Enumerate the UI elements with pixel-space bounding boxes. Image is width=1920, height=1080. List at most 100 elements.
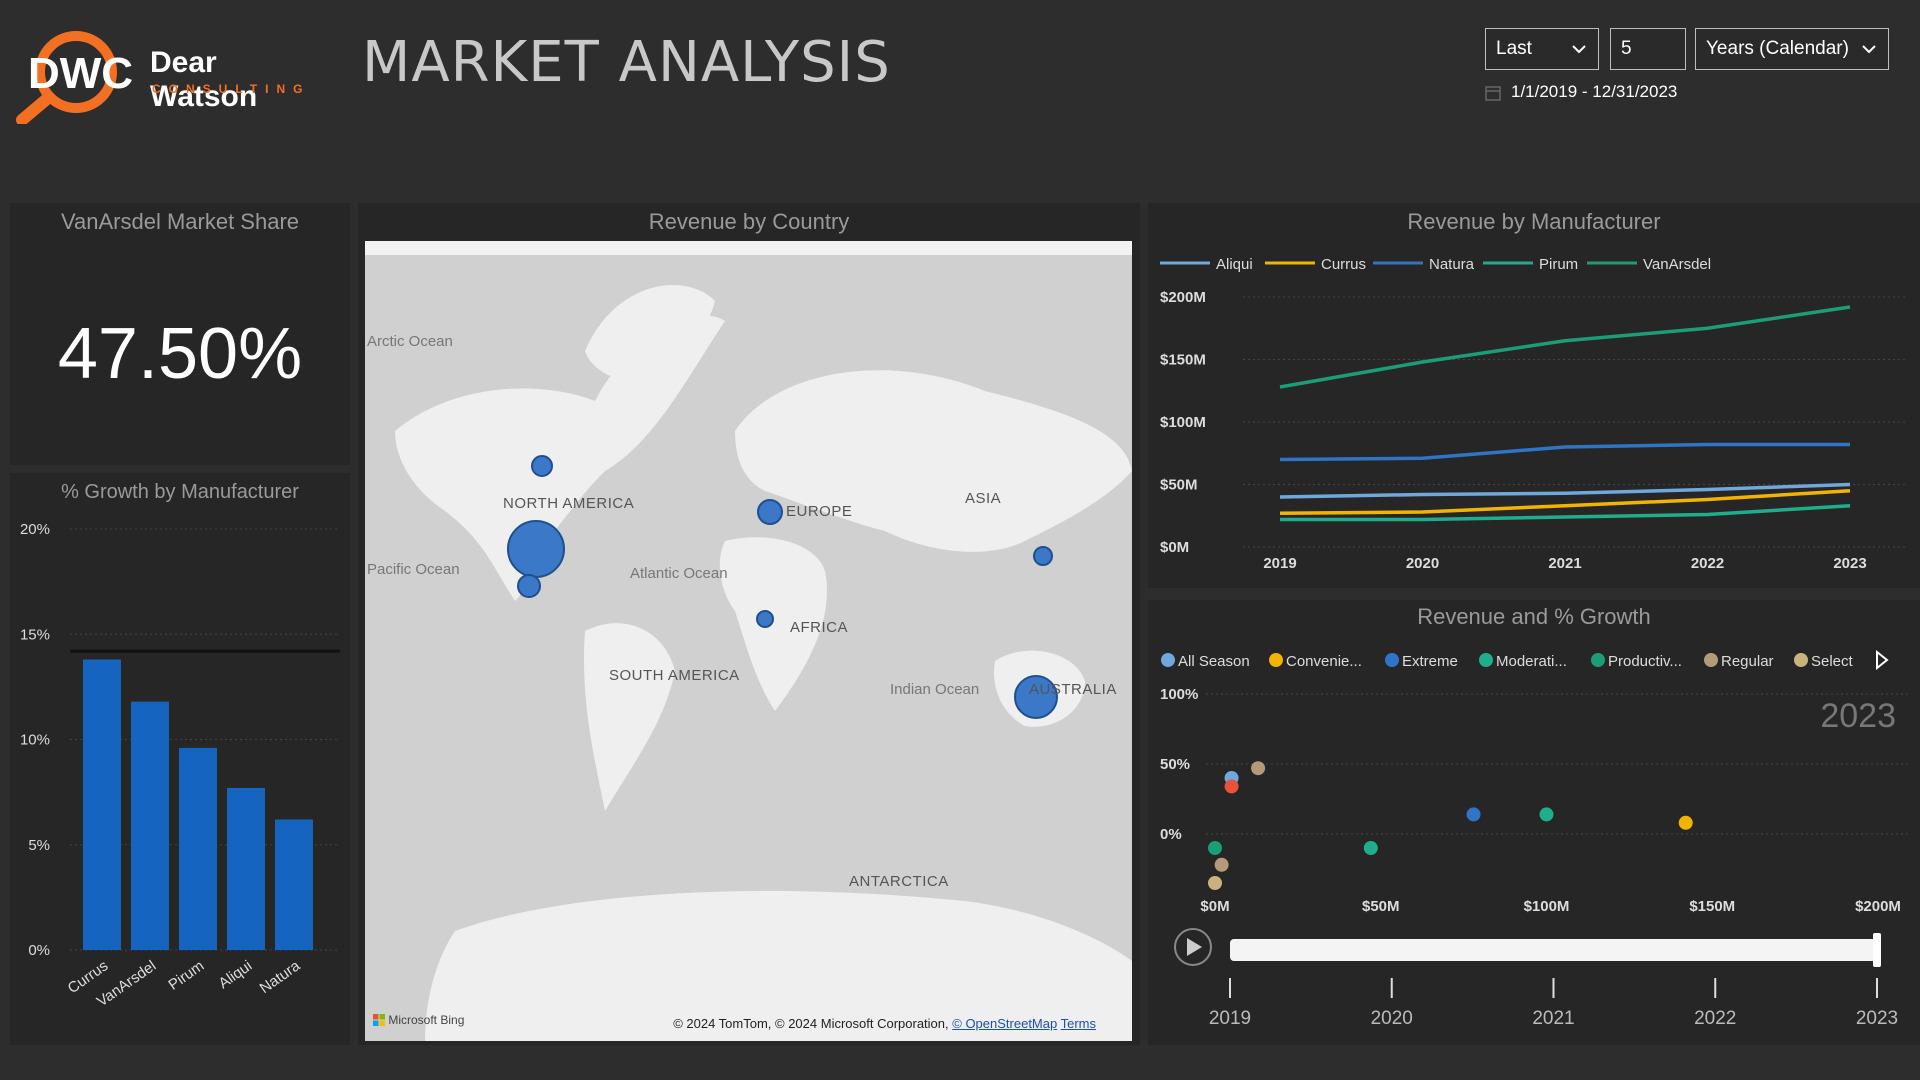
map-label-europe: EUROPE [786,503,853,520]
growth-bar-natura[interactable] [275,819,313,950]
growth-bar-aliqui[interactable] [227,787,265,950]
line-x-tick: 2020 [1406,555,1439,572]
bar-y-tick: 20% [20,521,50,538]
play-axis-year[interactable]: 2021 [1532,1008,1574,1029]
growth-chart-panel: % Growth by Manufacturer 0% 5% 10% 15% 20% Cu… [10,473,350,1045]
bar-x-label: Natura [257,957,304,997]
line-y-tick: $50M [1160,477,1198,494]
scatter-x-tick: $200M [1855,898,1901,915]
bing-attribution: Microsoft Bing [373,1013,464,1027]
scatter-x-tick: $150M [1689,898,1735,915]
chevron-down-icon [1572,45,1586,54]
legend-label-vanarsdel[interactable]: VanArsdel [1643,256,1711,273]
map-bubble-europe[interactable] [757,499,783,525]
line-x-tick: 2021 [1548,555,1581,572]
scatter-point[interactable] [1363,841,1378,855]
map-label-indian-ocean: Indian Ocean [890,681,980,698]
map-label-north-america: NORTH AMERICA [503,495,635,512]
scatter-panel: Revenue and % Growth All Season Convenie.… [1148,600,1920,1045]
scatter-year-watermark: 2023 [1820,697,1896,735]
play-axis-track[interactable] [1230,939,1878,961]
play-axis-year[interactable]: 2022 [1694,1008,1736,1029]
scatter-legend-label[interactable]: Regular [1721,653,1774,670]
play-icon [1187,938,1202,956]
legend-label-natura[interactable]: Natura [1429,256,1475,273]
bar-y-tick: 0% [28,942,50,959]
play-axis-year[interactable]: 2020 [1371,1008,1413,1029]
map-bubble-usa[interactable] [507,520,565,578]
scatter-legend-label[interactable]: Productiv... [1608,653,1682,670]
scatter-x-tick: $100M [1524,898,1570,915]
map-label-atlantic-ocean: Atlantic Ocean [630,565,728,582]
map-bubble-canada[interactable] [531,455,553,477]
period-dropdown[interactable]: Last [1485,28,1599,70]
calendar-icon [1485,86,1501,101]
scatter-legend-label[interactable]: Convenie... [1286,653,1362,670]
play-axis-year[interactable]: 2019 [1209,1008,1251,1029]
scatter-point[interactable] [1208,876,1222,890]
scatter-point[interactable] [1466,807,1481,822]
scatter-point[interactable] [1224,779,1239,794]
logo-subtitle: CONSULTING [152,82,311,96]
scatter-legend-label[interactable]: Select [1811,653,1854,670]
logo-mark: DWC [28,49,133,98]
period-count-input[interactable]: 5 [1610,28,1686,70]
page-title: MARKET ANALYSIS [362,30,891,95]
play-axis-year[interactable]: 2023 [1856,1008,1898,1029]
legend-next-arrow-icon[interactable] [1875,650,1889,670]
line-x-tick: 2023 [1833,555,1866,572]
microsoft-logo-icon [373,1014,385,1026]
scatter-y-tick: 0% [1160,826,1182,843]
scatter-x-tick: $0M [1200,898,1229,915]
map-bubble-mexico[interactable] [517,574,541,598]
scatter-point[interactable] [1678,815,1693,830]
market-share-value: 47.50% [57,314,303,394]
date-range-text: 1/1/2019 - 12/31/2023 [1511,82,1678,101]
scatter-point[interactable] [1214,857,1229,872]
world-map-shapes [395,285,1132,1041]
growth-bar-pirum[interactable] [179,747,217,950]
line-y-tick: $200M [1160,289,1206,306]
map-title: Revenue by Country [648,209,850,234]
scatter-point[interactable] [1539,807,1554,822]
bar-y-tick: 15% [20,626,50,643]
legend-label-pirum[interactable]: Pirum [1539,256,1578,273]
series-line-natura[interactable] [1279,442,1850,462]
scatter-y-tick: 50% [1160,756,1190,773]
period-unit-dropdown[interactable]: Years (Calendar) [1695,28,1889,70]
legend-label-currus[interactable]: Currus [1321,256,1366,273]
market-share-card: VanArsdel Market Share 47.50% [10,203,350,465]
growth-bar-currus[interactable] [83,659,121,950]
map-label-asia: ASIA [965,490,1002,507]
map-label-south-america: SOUTH AMERICA [609,667,740,684]
series-line-vanarsdel[interactable] [1279,305,1851,389]
map-copyright-text: © 2024 TomTom, © 2024 Microsoft Corporat… [673,1016,949,1031]
period-value: Last [1496,38,1532,59]
bar-y-tick: 5% [28,837,50,854]
map-label-africa: AFRICA [790,619,849,636]
scatter-legend-label[interactable]: Moderati... [1496,653,1567,670]
map-label-pacific-ocean: Pacific Ocean [367,561,460,578]
scatter-legend-label[interactable]: Extreme [1402,653,1458,670]
openstreetmap-link[interactable]: © OpenStreetMap [952,1016,1057,1031]
scatter-x-tick: $50M [1362,898,1400,915]
map-bubble-asia[interactable] [1033,546,1053,566]
terms-link[interactable]: Terms [1061,1016,1096,1031]
revenue-map[interactable]: NORTH AMERICA EUROPE ASIA AFRICA SOUTH A… [365,241,1132,1041]
company-logo: DWC Dear Watson CONSULTING [12,24,332,126]
scatter-point[interactable] [1251,761,1266,776]
legend-label-aliqui[interactable]: Aliqui [1216,256,1253,273]
scatter-point[interactable] [1208,841,1222,855]
period-count-value: 5 [1621,38,1632,59]
eurasia-shape [735,370,1132,552]
growth-bar-vanarsdel[interactable] [131,701,169,950]
dwc-logo-icon: DWC [16,31,133,126]
map-copyright: © 2024 TomTom, © 2024 Microsoft Corporat… [673,1016,1096,1031]
line-x-tick: 2022 [1691,555,1724,572]
map-bubble-africa[interactable] [756,610,774,628]
chevron-down-icon [1862,45,1876,54]
scatter-legend-label[interactable]: All Season [1178,653,1250,670]
revenue-line-panel: Revenue by Manufacturer Aliqui Currus Natu… [1148,203,1920,588]
play-axis-handle[interactable] [1873,933,1881,967]
bar-x-label: Aliqui [215,957,255,992]
